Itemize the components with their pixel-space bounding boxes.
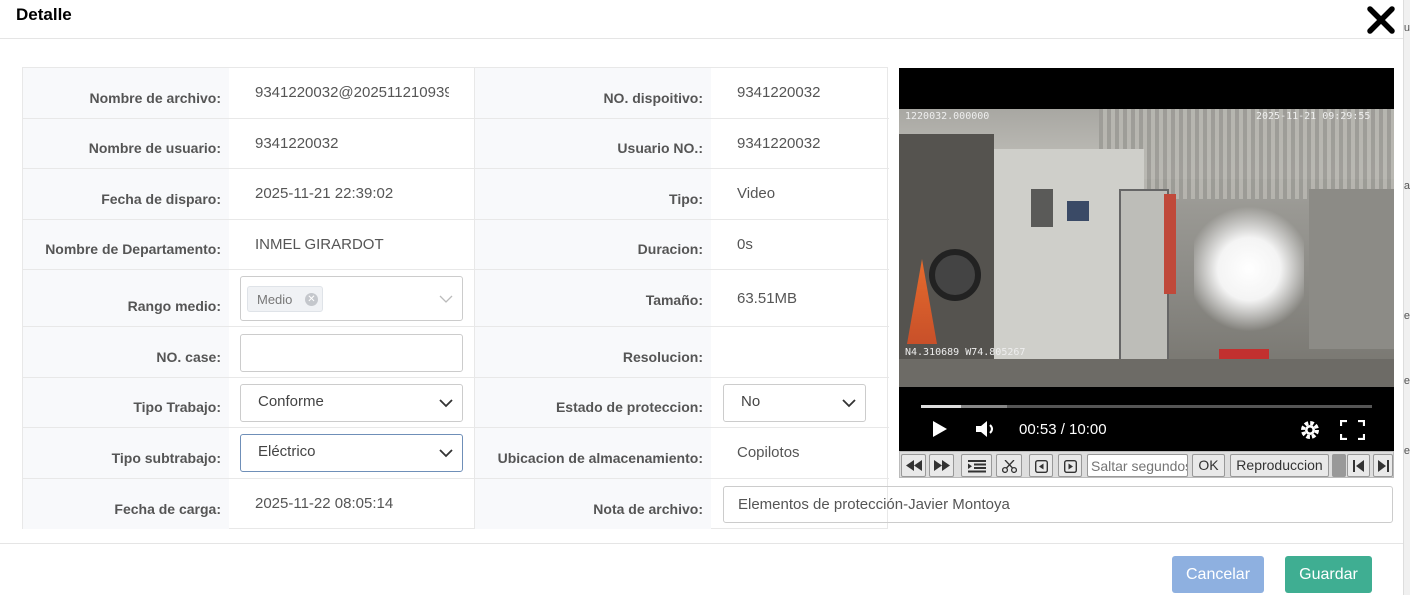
player-toolbar: OK Reproduccion [899,451,1394,478]
value-no-dispositivo: 9341220032 [737,84,821,101]
tipo-trabajo-select[interactable]: Conforme [240,384,463,422]
video-overlay-id: 1220032.000000 [905,111,990,122]
video-controls: 00:53 / 10:00 [899,387,1394,452]
reproduccion-button[interactable]: Reproduccion [1230,454,1329,477]
rewind-icon [905,460,922,471]
table-row: Nombre de archivo: 9341220032@2025112109… [23,68,889,119]
video-progress-bar[interactable] [921,405,1372,408]
table-row: Tipo Trabajo: Conforme Estado de protecc… [23,378,889,428]
step-forward-icon [1063,459,1077,474]
volume-icon[interactable] [975,420,997,438]
rewind-button[interactable] [901,454,926,477]
label-usuario-no: Usuario NO.: [617,140,703,156]
ok-button[interactable]: OK [1192,454,1225,477]
label-estado-proteccion: Estado de proteccion: [555,399,703,415]
table-row: Tipo subtrabajo: Eléctrico Ubicacion de … [23,428,889,479]
no-case-input[interactable] [240,334,463,372]
estado-proteccion-select[interactable]: No [723,384,866,422]
value-ubicacion: Copilotos [737,444,800,461]
label-nombre-archivo: Nombre de archivo: [89,90,221,106]
tag-label: Medio [257,292,293,307]
table-row: Nombre de Departamento: INMEL GIRARDOT D… [23,220,889,270]
gear-icon[interactable] [1299,419,1321,441]
background-page-edge: uaeee [1403,0,1410,595]
value-nombre-departamento: INMEL GIRARDOT [255,236,384,253]
frame-back-button[interactable] [1029,454,1053,477]
table-row: Rango medio: Medio ✕ Tamaño: 63.51MB [23,270,889,327]
label-no-dispositivo: NO. dispoitivo: [603,90,703,106]
label-tamano: Tamaño: [645,292,703,308]
save-button[interactable]: Guardar [1285,556,1372,593]
fast-forward-icon [933,460,950,471]
chevron-down-icon [439,449,453,458]
dialog-title: Detalle [16,5,72,24]
list-button[interactable] [961,454,992,477]
cancel-button[interactable]: Cancelar [1172,556,1264,593]
value-tipo: Video [737,185,776,202]
video-player[interactable]: 1220032.000000 2025-11-21 09:29:55 N4.31… [899,68,1394,452]
estado-proteccion-selected: No [741,393,761,410]
video-time: 00:53 / 10:00 [1019,421,1107,438]
value-fecha-disparo: 2025-11-21 22:39:02 [255,185,394,202]
toolbar-separator [1332,454,1346,477]
value-usuario-no: 9341220032 [737,135,821,152]
tag-remove-icon[interactable]: ✕ [305,293,318,306]
label-resolucion: Resolucion: [622,349,703,365]
list-indent-icon [967,460,986,473]
scissors-icon [1001,459,1017,474]
label-duracion: Duracion: [637,241,703,257]
video-overlay-datetime: 2025-11-21 09:29:55 [1256,111,1371,122]
chevron-down-icon [842,399,856,408]
skip-end-button[interactable] [1373,454,1393,477]
tipo-subtrabajo-selected: Eléctrico [258,443,316,460]
rango-medio-select[interactable]: Medio ✕ [240,276,463,321]
value-tamano: 63.51MB [737,290,798,307]
label-tipo-subtrabajo: Tipo subtrabajo: [111,450,221,466]
selected-tag: Medio ✕ [247,286,323,312]
fast-forward-button[interactable] [929,454,954,477]
dialog-footer: Cancelar Guardar [0,543,1403,595]
label-no-case: NO. case: [156,349,221,365]
play-icon[interactable] [932,420,948,438]
fullscreen-icon[interactable] [1340,420,1365,440]
chevron-down-icon [439,295,453,303]
nota-archivo-value: Elementos de protección-Javier Montoya [738,496,1010,513]
video-progress-fill [921,405,961,408]
label-rango-medio: Rango medio: [127,298,221,314]
chevron-down-icon [439,399,453,408]
video-overlay-gps: N4.310689 W74.805267 [905,347,1026,358]
frame-forward-button[interactable] [1058,454,1082,477]
table-row: NO. case: Resolucion: [23,327,889,378]
label-fecha-disparo: Fecha de disparo: [101,191,221,207]
table-row: Nombre de usuario: 9341220032 Usuario NO… [23,119,889,169]
value-nombre-usuario: 9341220032 [255,135,339,152]
clip-button[interactable] [996,454,1022,477]
label-nombre-departamento: Nombre de Departamento: [45,241,221,257]
label-fecha-carga: Fecha de carga: [114,501,221,517]
label-tipo-trabajo: Tipo Trabajo: [133,399,221,415]
table-row: Fecha de disparo: 2025-11-21 22:39:02 Ti… [23,169,889,220]
video-frame: 1220032.000000 2025-11-21 09:29:55 N4.31… [899,109,1394,387]
label-nombre-usuario: Nombre de usuario: [88,140,221,156]
value-duracion: 0s [737,236,753,253]
label-tipo: Tipo: [669,191,703,207]
nota-archivo-input[interactable]: Elementos de protección-Javier Montoya [723,486,1393,523]
skip-end-icon [1377,460,1389,472]
saltar-segundos-input[interactable] [1087,454,1188,477]
value-fecha-carga: 2025-11-22 08:05:14 [255,495,394,512]
tipo-trabajo-selected: Conforme [258,393,324,410]
detail-dialog: Detalle Nombre de archivo: 9341220032@20… [0,0,1403,595]
close-icon[interactable] [1366,5,1396,35]
detail-table: Nombre de archivo: 9341220032@2025112109… [22,67,889,529]
skip-start-icon [1353,460,1364,472]
label-nota-archivo: Nota de archivo: [593,501,703,517]
skip-start-button[interactable] [1347,454,1370,477]
label-ubicacion: Ubicacion de almacenamiento: [497,450,703,466]
dialog-header: Detalle [0,0,1403,39]
step-back-icon [1034,459,1048,474]
value-nombre-archivo: 9341220032@202511210939 [255,84,449,101]
tipo-subtrabajo-select[interactable]: Eléctrico [240,434,463,472]
